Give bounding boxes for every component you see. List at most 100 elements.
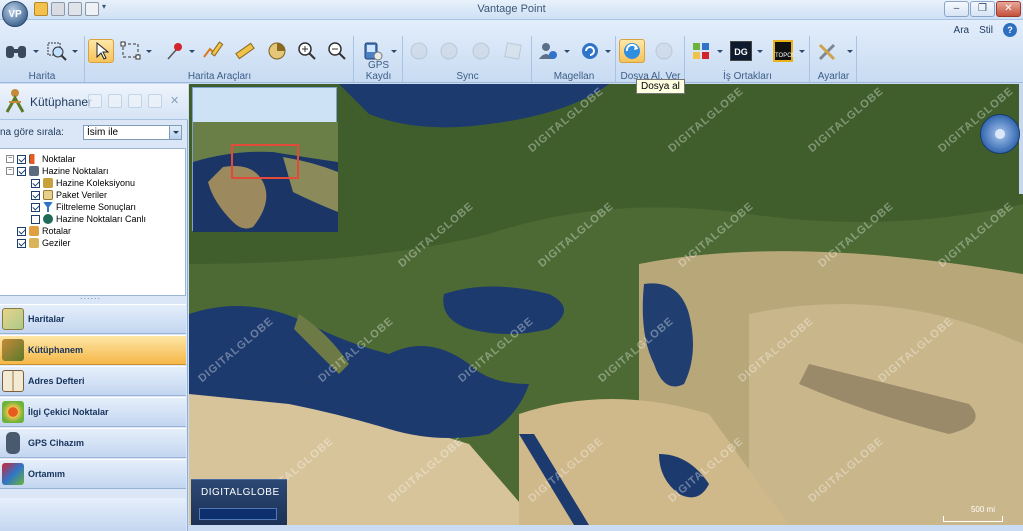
- address-book-icon: [2, 370, 24, 392]
- close-library-icon[interactable]: ✕: [170, 94, 179, 107]
- expand-icon[interactable]: −: [6, 155, 14, 163]
- draw-route-icon[interactable]: [200, 39, 226, 63]
- gps-record-dropdown-icon[interactable]: [391, 50, 397, 53]
- nav-gps-cihazim[interactable]: GPS Cihazım: [0, 428, 186, 458]
- help-icon[interactable]: ?: [1003, 23, 1017, 37]
- select-region-dropdown-icon[interactable]: [146, 50, 152, 53]
- zoom-dropdown-icon[interactable]: [72, 50, 78, 53]
- binoculars-dropdown-icon[interactable]: [33, 50, 39, 53]
- topo-partner-icon[interactable]: TOPO!: [770, 39, 796, 63]
- tree-label: Hazine Koleksiyonu: [56, 178, 136, 188]
- tree-label: Geziler: [42, 238, 71, 248]
- tree-item-noktalar[interactable]: − Noktalar: [6, 153, 76, 165]
- tree-checkbox[interactable]: [17, 226, 26, 236]
- settings-tools-icon[interactable]: [815, 39, 841, 63]
- new-item-icon[interactable]: [88, 94, 102, 108]
- magellan-refresh-dropdown-icon[interactable]: [605, 50, 611, 53]
- tree-item-hazine-koleksiyonu[interactable]: Hazine Koleksiyonu: [31, 177, 135, 189]
- tree-item-hazine-noktalari[interactable]: − Hazine Noktaları: [6, 165, 109, 177]
- tree-checkbox[interactable]: [31, 202, 40, 212]
- scale-bar: [943, 516, 1003, 522]
- sort-dropdown-icon[interactable]: [169, 126, 181, 139]
- import-file-icon[interactable]: [619, 39, 645, 63]
- app-menu-button[interactable]: VP: [2, 1, 28, 27]
- library-icon: [3, 88, 27, 114]
- zoom-in-icon[interactable]: [294, 39, 320, 63]
- tree-checkbox[interactable]: [17, 154, 26, 164]
- map-scroll-strip[interactable]: [1019, 84, 1023, 194]
- tree-checkbox[interactable]: [31, 214, 40, 224]
- ribbon: Ara Stil ? Harita Harita Araçları GPS Ka…: [0, 20, 1023, 83]
- nav-label: Kütüphanem: [28, 345, 83, 355]
- tree-checkbox[interactable]: [31, 178, 40, 188]
- nav-haritalar[interactable]: Haritalar: [0, 304, 186, 334]
- magellan-account-dropdown-icon[interactable]: [564, 50, 570, 53]
- status-bar: [189, 525, 1023, 531]
- overview-map[interactable]: [192, 87, 338, 232]
- search-library-icon[interactable]: [108, 94, 122, 108]
- topo-dropdown-icon[interactable]: [799, 50, 805, 53]
- map-view[interactable]: DIGITALGLOBE DIGITALGLOBE DIGITALGLOBE D…: [189, 84, 1023, 525]
- sync-upload-icon[interactable]: [436, 39, 462, 63]
- move-icon[interactable]: [148, 94, 162, 108]
- folder-icon[interactable]: [128, 94, 142, 108]
- search-link[interactable]: Ara: [954, 25, 970, 36]
- ribbon-right-links: Ara Stil ?: [954, 23, 1017, 37]
- gps-device-icon: [6, 432, 20, 454]
- tree-item-filtreleme-sonuclari[interactable]: Filtreleme Sonuçları: [31, 201, 136, 213]
- nav-ortamim[interactable]: Ortamım: [0, 459, 186, 489]
- select-arrow-icon[interactable]: [88, 39, 114, 63]
- tree-label: Paket Veriler: [56, 190, 108, 200]
- title-bar: ▾ Vantage Point – ❐ ✕: [0, 0, 1023, 20]
- export-file-icon[interactable]: [651, 39, 677, 63]
- pan-control-icon[interactable]: [980, 114, 1020, 154]
- nav-adres-defteri[interactable]: Adres Defteri: [0, 366, 186, 396]
- tree-item-rotalar[interactable]: Rotalar: [17, 225, 71, 237]
- tree-item-hazine-noktalari-canli[interactable]: Hazine Noktaları Canlı: [31, 213, 146, 225]
- pushpin-icon[interactable]: [162, 39, 188, 63]
- sync-download-icon[interactable]: [468, 39, 494, 63]
- overview-viewport-rect[interactable]: [231, 144, 299, 179]
- collection-icon: [43, 178, 53, 188]
- geocaching-icon[interactable]: [688, 39, 714, 63]
- tree-item-geziler[interactable]: Geziler: [17, 237, 71, 249]
- zoom-out-icon[interactable]: [324, 39, 350, 63]
- group-label-gps-kaydi: GPS Kaydı: [365, 60, 392, 82]
- style-link[interactable]: Stil: [979, 25, 993, 36]
- magellan-account-icon[interactable]: [535, 39, 561, 63]
- restore-button[interactable]: ❐: [970, 1, 995, 17]
- ruler-icon[interactable]: [232, 39, 258, 63]
- library-header: Kütüphaner ✕: [0, 84, 188, 120]
- logo-bar: [199, 508, 277, 520]
- area-icon[interactable]: [264, 39, 290, 63]
- magellan-refresh-icon[interactable]: [577, 39, 603, 63]
- window-controls: – ❐ ✕: [944, 1, 1021, 17]
- group-harita: Harita: [0, 36, 85, 82]
- tree-checkbox[interactable]: [17, 238, 26, 248]
- nav-kutuphanem[interactable]: Kütüphanem: [0, 335, 186, 365]
- sync-icon[interactable]: [406, 39, 432, 63]
- zoom-box-icon[interactable]: [44, 39, 70, 63]
- maps-icon: [2, 308, 24, 330]
- geocaching-dropdown-icon[interactable]: [717, 50, 723, 53]
- dg-dropdown-icon[interactable]: [757, 50, 763, 53]
- tree-item-paket-veriler[interactable]: Paket Veriler: [31, 189, 107, 201]
- nav-footer: [0, 498, 186, 531]
- minimize-button[interactable]: –: [944, 1, 969, 17]
- pushpin-dropdown-icon[interactable]: [189, 50, 195, 53]
- expand-icon[interactable]: −: [6, 167, 14, 175]
- settings-dropdown-icon[interactable]: [847, 50, 853, 53]
- nav-label: Ortamım: [28, 469, 66, 479]
- dg-partner-icon[interactable]: DG: [728, 39, 754, 63]
- tree-checkbox[interactable]: [31, 190, 40, 200]
- live-globe-icon: [43, 214, 53, 224]
- binoculars-icon[interactable]: [3, 39, 29, 63]
- nav-ilgi-cekici-noktalar[interactable]: İlgi Çekici Noktalar: [0, 397, 186, 427]
- close-button[interactable]: ✕: [996, 1, 1021, 17]
- sync-settings-icon[interactable]: [500, 39, 526, 63]
- tree-checkbox[interactable]: [17, 166, 26, 176]
- select-region-icon[interactable]: [118, 39, 144, 63]
- tree-label: Filtreleme Sonuçları: [56, 202, 137, 212]
- panel-splitter[interactable]: [0, 291, 186, 304]
- sort-select[interactable]: İsim ile: [83, 125, 182, 140]
